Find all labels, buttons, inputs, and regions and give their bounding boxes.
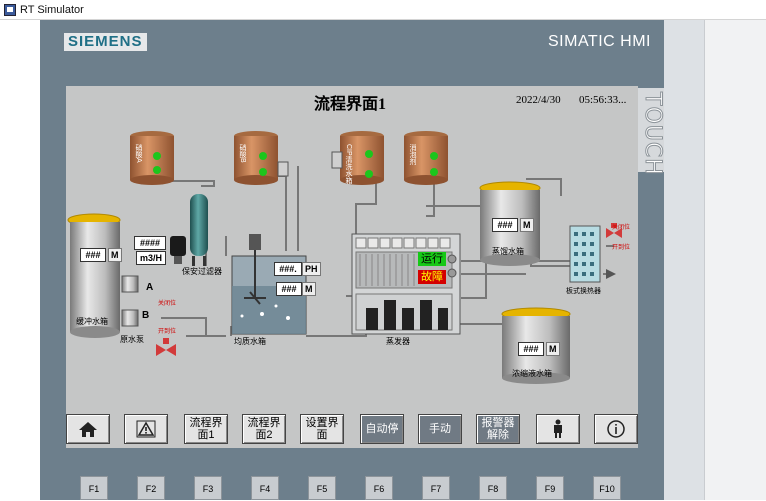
- concentrate-level-value: ###: [518, 342, 544, 356]
- flowmeter: [170, 236, 186, 264]
- info-button[interactable]: [594, 414, 638, 444]
- valve-open-label-1: 开到位: [158, 329, 177, 335]
- distilled-level-unit: M: [520, 218, 534, 232]
- home-button[interactable]: [66, 414, 110, 444]
- manual-button[interactable]: 手动: [418, 414, 462, 444]
- raw-pump-valve: [156, 338, 176, 356]
- simulator-margin: [704, 20, 766, 500]
- f4-key[interactable]: F4: [251, 476, 279, 500]
- warning-icon: [136, 420, 156, 438]
- f2-key[interactable]: F2: [137, 476, 165, 500]
- plate-heat-exchanger: [569, 225, 601, 283]
- equal-ph-unit: PH: [302, 262, 321, 276]
- f5-key[interactable]: F5: [308, 476, 336, 500]
- f1-key[interactable]: F1: [80, 476, 108, 500]
- concentrate-tank-label: 浓缩液水箱: [512, 369, 552, 378]
- siemens-logo: SIEMENS: [64, 33, 147, 51]
- distilled-tank-label: 蒸馏水箱: [492, 247, 524, 256]
- concentrate-level-unit: M: [546, 342, 560, 356]
- touch-label: TOUCH: [638, 88, 666, 176]
- cip-tank-label: CIP清洗水箱: [345, 144, 352, 184]
- defoamer-label: 消泡剂: [409, 144, 416, 165]
- equalizing-tank-label: 均质水箱: [234, 337, 266, 346]
- nitric-acid-a-label: 硝酸A: [135, 144, 142, 163]
- simatic-hmi-label: SIMATIC HMI: [548, 33, 651, 50]
- f7-key[interactable]: F7: [422, 476, 450, 500]
- f10-key[interactable]: F10: [593, 476, 621, 500]
- rt-simulator-app-icon: [4, 3, 16, 16]
- f9-key[interactable]: F9: [536, 476, 564, 500]
- hmi-screen: 流程界面1 2022/4/30 05:56:33... 硝酸A 硝酸B CIP清…: [66, 86, 638, 448]
- security-filter-label: 保安过滤器: [182, 267, 222, 276]
- equal-level-unit: M: [302, 282, 316, 296]
- evaporator-label: 蒸发器: [386, 337, 410, 346]
- user-icon: [554, 419, 562, 438]
- buffer-level-value: ###: [80, 248, 106, 262]
- alarm-reset-button[interactable]: 报警器解除: [476, 414, 520, 444]
- home-icon: [79, 422, 97, 437]
- flow-value: ####: [134, 236, 166, 250]
- equal-level-value: ###: [276, 282, 302, 296]
- f8-key[interactable]: F8: [479, 476, 507, 500]
- flow-screen-1-button[interactable]: 流程界面1: [184, 414, 228, 444]
- level-indicator-green: [153, 152, 161, 160]
- pump-a-label: A: [146, 282, 154, 293]
- cip-tank: [331, 131, 384, 185]
- settings-screen-button[interactable]: 设置界面: [300, 414, 344, 444]
- f6-key[interactable]: F6: [365, 476, 393, 500]
- nitric-acid-b-label: 硝酸B: [239, 144, 246, 163]
- window-title: RT Simulator: [20, 3, 84, 16]
- valve-close-label-2: 关闭位: [612, 225, 631, 231]
- raw-pump-label: 原水泵: [120, 335, 144, 344]
- device-side-panel: [664, 20, 704, 500]
- buffer-tank-label: 缓冲水箱: [76, 317, 108, 326]
- info-icon: [607, 420, 625, 438]
- running-status: 运行: [418, 252, 446, 266]
- auto-stop-button[interactable]: 自动停: [360, 414, 404, 444]
- level-indicator-green: [153, 166, 161, 174]
- flow-screen-2-button[interactable]: 流程界面2: [242, 414, 286, 444]
- pump-b-label: B: [142, 310, 150, 321]
- valve-open-label-2: 开到位: [612, 245, 631, 251]
- valve-close-label-1: 关闭位: [158, 301, 177, 307]
- flow-unit: m3/H: [136, 251, 166, 265]
- distilled-level-value: ###: [492, 218, 518, 232]
- fault-status: 故障: [418, 270, 446, 284]
- user-button[interactable]: [536, 414, 580, 444]
- f3-key[interactable]: F3: [194, 476, 222, 500]
- window-titlebar: RT Simulator: [0, 0, 766, 20]
- evaporator: [351, 233, 461, 335]
- buffer-level-unit: M: [108, 248, 122, 262]
- equal-ph-value: ###.: [274, 262, 302, 276]
- alarm-view-button[interactable]: [124, 414, 168, 444]
- plate-exchanger-label: 板式换热器: [566, 288, 601, 295]
